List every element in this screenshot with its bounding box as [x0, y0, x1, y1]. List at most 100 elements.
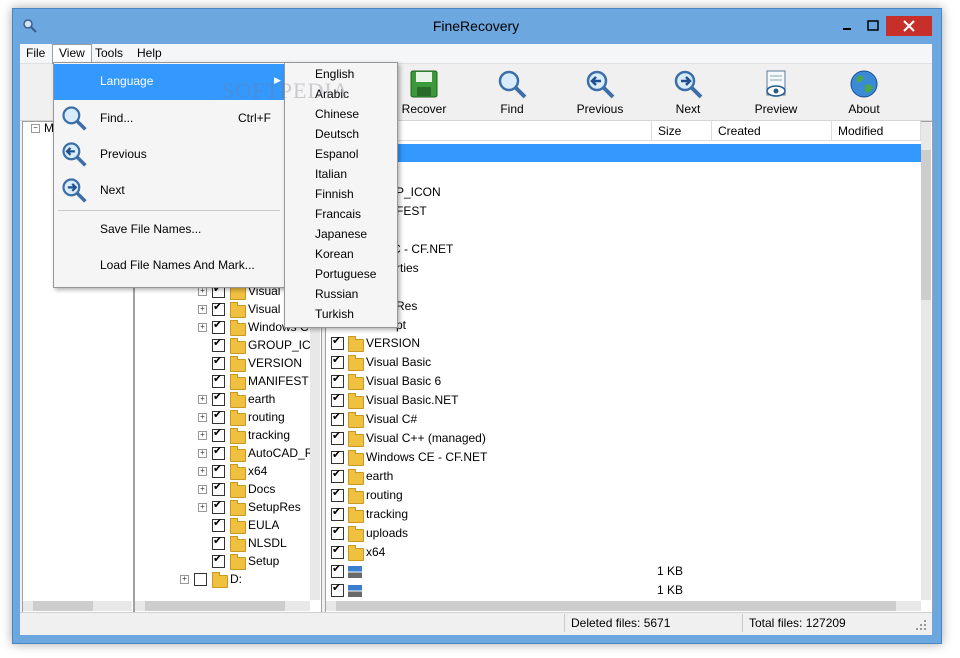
tree-expand-icon[interactable]: +	[198, 305, 207, 314]
tree-item-label[interactable]: VERSION	[248, 356, 302, 370]
row-checkbox[interactable]	[331, 581, 344, 597]
tree-item-label[interactable]: Visual	[248, 302, 280, 316]
row-checkbox[interactable]	[331, 543, 344, 559]
scroll-thumb[interactable]	[336, 601, 896, 611]
tree-checkbox[interactable]	[212, 462, 225, 478]
scroll-thumb[interactable]	[145, 601, 285, 611]
language-option[interactable]: Turkish	[285, 304, 395, 324]
tree-item-label[interactable]: NLSDL	[248, 536, 287, 550]
tree-expand-icon[interactable]: +	[198, 323, 207, 332]
preview-button[interactable]: Preview	[736, 66, 816, 120]
tree-item-label[interactable]: D:	[230, 572, 242, 586]
title-bar[interactable]: FineRecovery	[12, 8, 940, 44]
tree-checkbox[interactable]	[212, 336, 225, 352]
list-row[interactable]	[326, 581, 921, 600]
tree-checkbox[interactable]	[194, 573, 207, 586]
tree-checkbox[interactable]	[212, 354, 225, 370]
row-checkbox[interactable]	[331, 353, 344, 369]
row-checkbox[interactable]	[331, 429, 344, 445]
close-button[interactable]	[886, 16, 932, 36]
about-button[interactable]: About	[824, 66, 904, 120]
tree-expand-icon[interactable]: +	[198, 449, 207, 458]
row-checkbox[interactable]	[331, 448, 344, 464]
tree-checkbox[interactable]	[212, 426, 225, 442]
next-button[interactable]: Next	[648, 66, 728, 120]
tree-item-label[interactable]: Setup	[248, 554, 279, 568]
language-option[interactable]: Italian	[285, 164, 395, 184]
list-row-name[interactable]: rties	[396, 259, 419, 278]
menu-view[interactable]: View	[52, 44, 92, 64]
row-checkbox[interactable]	[331, 391, 344, 407]
list-row[interactable]	[326, 467, 921, 486]
view-menu-find[interactable]: Find... Ctrl+F	[54, 101, 284, 135]
tree-expand-icon[interactable]: +	[198, 413, 207, 422]
left-horizontal-scrollbar[interactable]	[23, 601, 132, 611]
tree-horizontal-scrollbar[interactable]	[135, 601, 310, 611]
menu-file[interactable]: File	[20, 45, 51, 62]
language-option[interactable]: Finnish	[285, 184, 395, 204]
tree-item-label[interactable]: EULA	[248, 518, 279, 532]
tree-item-label[interactable]: Docs	[248, 482, 275, 496]
row-checkbox[interactable]	[331, 467, 344, 483]
tree-checkbox[interactable]	[212, 408, 225, 424]
list-row[interactable]	[326, 486, 921, 505]
row-checkbox[interactable]	[331, 562, 344, 578]
language-option[interactable]: Japanese	[285, 224, 395, 244]
tree-item-label[interactable]: earth	[248, 392, 275, 406]
column-header-created[interactable]: Created	[712, 121, 832, 141]
list-vertical-scrollbar[interactable]	[921, 122, 931, 600]
tree-item-label[interactable]: AutoCAD_R	[248, 446, 310, 460]
previous-button[interactable]: Previous	[560, 66, 640, 120]
maximize-button[interactable]	[860, 16, 886, 36]
scroll-thumb[interactable]	[33, 601, 93, 611]
tree-expand-icon[interactable]: +	[198, 467, 207, 476]
tree-item-label[interactable]: SetupRes	[248, 500, 301, 514]
selected-row[interactable]	[326, 144, 921, 162]
view-menu-next[interactable]: Next	[54, 173, 284, 207]
row-checkbox[interactable]	[331, 524, 344, 540]
view-menu-previous[interactable]: Previous	[54, 137, 284, 171]
resize-grip-icon[interactable]	[914, 618, 928, 632]
language-option[interactable]: Espanol	[285, 144, 395, 164]
list-row[interactable]	[326, 562, 921, 581]
language-option[interactable]: Francais	[285, 204, 395, 224]
tree-expand-icon[interactable]: +	[198, 395, 207, 404]
language-option[interactable]: Portuguese	[285, 264, 395, 284]
scroll-thumb[interactable]	[921, 150, 931, 300]
tree-item-label[interactable]: tracking	[248, 428, 290, 442]
tree-checkbox[interactable]	[212, 552, 225, 568]
tree-item-label[interactable]: x64	[248, 464, 267, 478]
language-option[interactable]: Deutsch	[285, 124, 395, 144]
tree-item-label[interactable]: routing	[248, 410, 285, 424]
list-row[interactable]	[326, 505, 921, 524]
column-header-modified[interactable]: Modified	[832, 121, 921, 141]
column-header-size[interactable]: Size	[652, 121, 712, 141]
tree-expand-icon[interactable]: +	[198, 485, 207, 494]
tree-checkbox[interactable]	[212, 444, 225, 460]
list-row[interactable]	[326, 524, 921, 543]
menu-help[interactable]: Help	[131, 45, 168, 62]
menu-tools[interactable]: Tools	[89, 45, 129, 62]
tree-expand-icon[interactable]: +	[198, 431, 207, 440]
tree-checkbox[interactable]	[212, 480, 225, 496]
row-checkbox[interactable]	[331, 486, 344, 502]
tree-checkbox[interactable]	[212, 516, 225, 532]
list-row-name[interactable]: FEST	[396, 202, 427, 221]
row-checkbox[interactable]	[331, 372, 344, 388]
minimize-button[interactable]	[834, 16, 860, 36]
tree-collapse-icon[interactable]: −	[31, 124, 40, 133]
tree-checkbox[interactable]	[212, 318, 225, 334]
row-checkbox[interactable]	[331, 505, 344, 521]
tree-checkbox[interactable]	[212, 372, 225, 388]
tree-checkbox[interactable]	[212, 300, 225, 316]
language-option[interactable]: Chinese	[285, 104, 395, 124]
row-checkbox[interactable]	[331, 334, 344, 350]
view-menu-load-file-names[interactable]: Load File Names And Mark...	[54, 248, 284, 282]
list-row-name[interactable]: P_ICON	[396, 183, 441, 202]
find-button[interactable]: Find	[472, 66, 552, 120]
tree-checkbox[interactable]	[212, 390, 225, 406]
list-horizontal-scrollbar[interactable]	[326, 601, 921, 611]
tree-expand-icon[interactable]: +	[198, 287, 207, 296]
language-option[interactable]: Russian	[285, 284, 395, 304]
language-option[interactable]: Korean	[285, 244, 395, 264]
